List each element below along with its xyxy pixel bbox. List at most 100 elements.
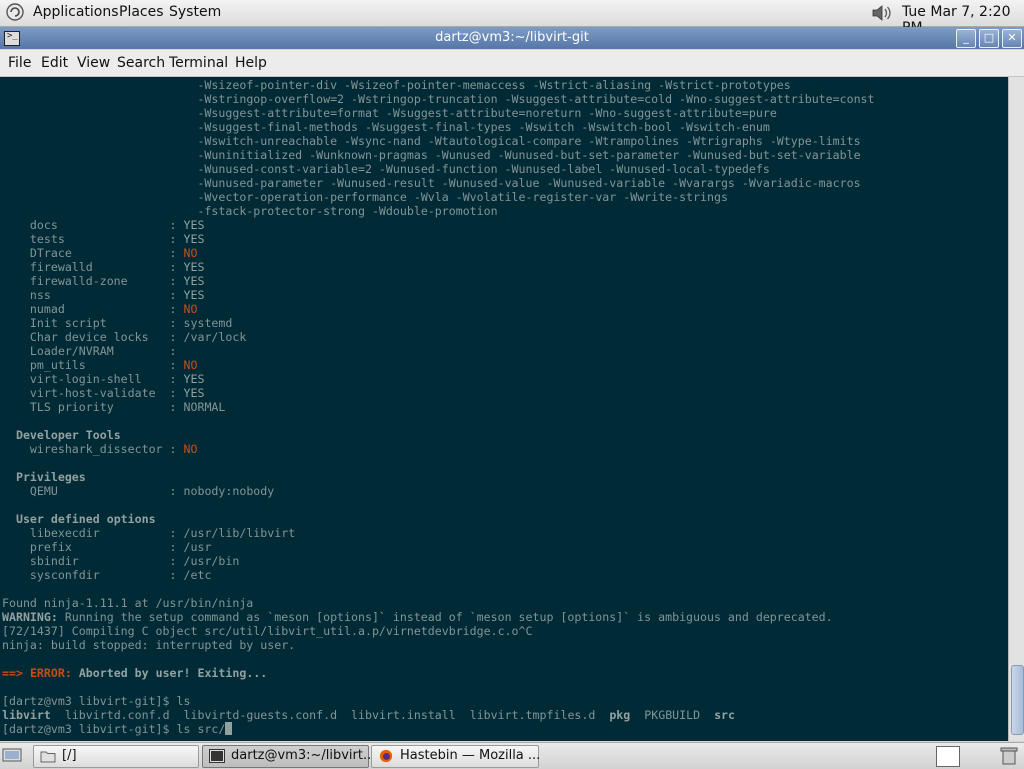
show-desktop-icon[interactable] [2,747,22,764]
section-header: User defined options [2,512,875,526]
option-value: NO [183,302,198,316]
ninja-stop-line: ninja: build stopped: interrupted by use… [2,638,875,652]
config-option-row: libexecdir : /usr/lib/libvirt [2,526,875,540]
task-firefox[interactable]: Hastebin — Mozilla ... [371,745,541,768]
option-key: numad [29,302,170,316]
system-menu[interactable]: System [169,4,221,20]
option-separator: : [169,316,184,330]
menu-terminal[interactable]: Terminal [169,55,228,71]
compiler-flags-text: -Wsizeof-pointer-div -Wsizeof-pointer-me… [197,78,791,92]
task-file-manager[interactable]: [/] [33,745,199,768]
option-separator: : [169,568,184,582]
option-key: Init script [29,316,170,330]
menu-view[interactable]: View [77,55,110,71]
config-option-row: Init script : systemd [2,316,875,330]
ls-entry: libvirt.tmpfiles.d [469,708,596,722]
option-value: /var/lock [183,330,247,344]
volume-icon[interactable] [871,4,893,22]
shell-prompt: [dartz@vm3 libvirt-git]$ [2,694,170,708]
compiler-flags-line: -Wunused-parameter -Wunused-result -Wunu… [2,176,875,190]
option-separator: : [169,246,184,260]
text-cursor [225,722,233,735]
scrollbar-thumb[interactable] [1011,665,1024,735]
section-header: Privileges [2,470,875,484]
compiler-flags-line: -Wvector-operation-performance -Wvla -Wv… [2,190,875,204]
terminal-lines: -Wsizeof-pointer-div -Wsizeof-pointer-me… [2,78,875,736]
config-option-row: TLS priority : NORMAL [2,400,875,414]
applications-menu[interactable]: Applications [33,4,119,20]
option-separator: : [169,344,184,358]
trash-icon[interactable] [1000,746,1018,765]
compile-text: [72/1437] Compiling C object src/util/li… [2,624,533,638]
option-value: YES [183,288,205,302]
minimize-button[interactable]: _ [956,29,976,48]
option-value: NO [183,442,198,456]
firefox-icon [379,749,393,763]
menu-edit[interactable]: Edit [41,55,68,71]
shell-command: ls [176,694,191,708]
terminal-output[interactable]: -Wsizeof-pointer-div -Wsizeof-pointer-me… [0,77,1008,741]
compiler-flags-text: -Wswitch-unreachable -Wsync-nand -Wtauto… [197,134,861,148]
option-separator: : [169,288,184,302]
compiler-flags-line: -Wstringop-overflow=2 -Wstringop-truncat… [2,92,875,106]
menu-help[interactable]: Help [235,55,267,71]
config-option-row: DTrace : NO [2,246,875,260]
config-option-row: QEMU : nobody:nobody [2,484,875,498]
maximize-button[interactable]: □ [979,29,999,48]
option-key: prefix [29,540,170,554]
option-separator: : [169,274,184,288]
config-option-row: firewalld : YES [2,260,875,274]
error-line: ==> ERROR: Aborted by user! Exiting... [2,666,875,680]
config-option-row: virt-host-validate : YES [2,386,875,400]
task-label: Hastebin — Mozilla ... [400,748,541,763]
places-menu[interactable]: Places [119,4,164,20]
config-option-row: pm_utils : NO [2,358,875,372]
compiler-flags-text: -Wvector-operation-performance -Wvla -Wv… [197,190,728,204]
option-value: NORMAL [183,400,226,414]
compiler-flags-line: -Wsuggest-final-methods -Wsuggest-final-… [2,120,875,134]
compiler-flags-text: -fstack-protector-strong -Wdouble-promot… [197,204,498,218]
option-key: QEMU [29,484,170,498]
workspace-switcher[interactable] [936,746,960,767]
gnome-foot-icon[interactable] [6,3,24,21]
error-text: Aborted by user! Exiting... [78,666,268,680]
config-option-row: prefix : /usr [2,540,875,554]
option-separator: : [169,372,184,386]
config-option-row: sysconfdir : /etc [2,568,875,582]
menu-file[interactable]: File [8,55,31,71]
close-button[interactable]: ✕ [1002,29,1022,48]
section-title: Privileges [15,470,86,484]
task-terminal[interactable]: dartz@vm3:~/libvirt... [202,745,375,768]
option-value: /etc [183,568,212,582]
config-option-row: firewalld-zone : YES [2,274,875,288]
config-option-row: Loader/NVRAM : [2,344,875,358]
ninja-found-text: Found ninja-1.11.1 at /usr/bin/ninja [2,596,254,610]
menu-search[interactable]: Search [117,55,165,71]
compiler-flags-text: -Wunused-const-variable=2 -Wunused-funct… [197,162,770,176]
option-separator: : [169,442,184,456]
compiler-flags-text: -Wstringop-overflow=2 -Wstringop-truncat… [197,92,875,106]
terminal-scrollbar[interactable] [1008,77,1024,741]
config-option-row: Char device locks : /var/lock [2,330,875,344]
prompt-line: [dartz@vm3 libvirt-git]$ ls src/ [2,722,875,736]
warning-text: Running the setup command as `meson [opt… [57,610,833,624]
window-titlebar[interactable]: >_ dartz@vm3:~/libvirt-git _ □ ✕ [0,27,1024,49]
option-separator: : [169,260,184,274]
compile-line: [72/1437] Compiling C object src/util/li… [2,624,875,638]
